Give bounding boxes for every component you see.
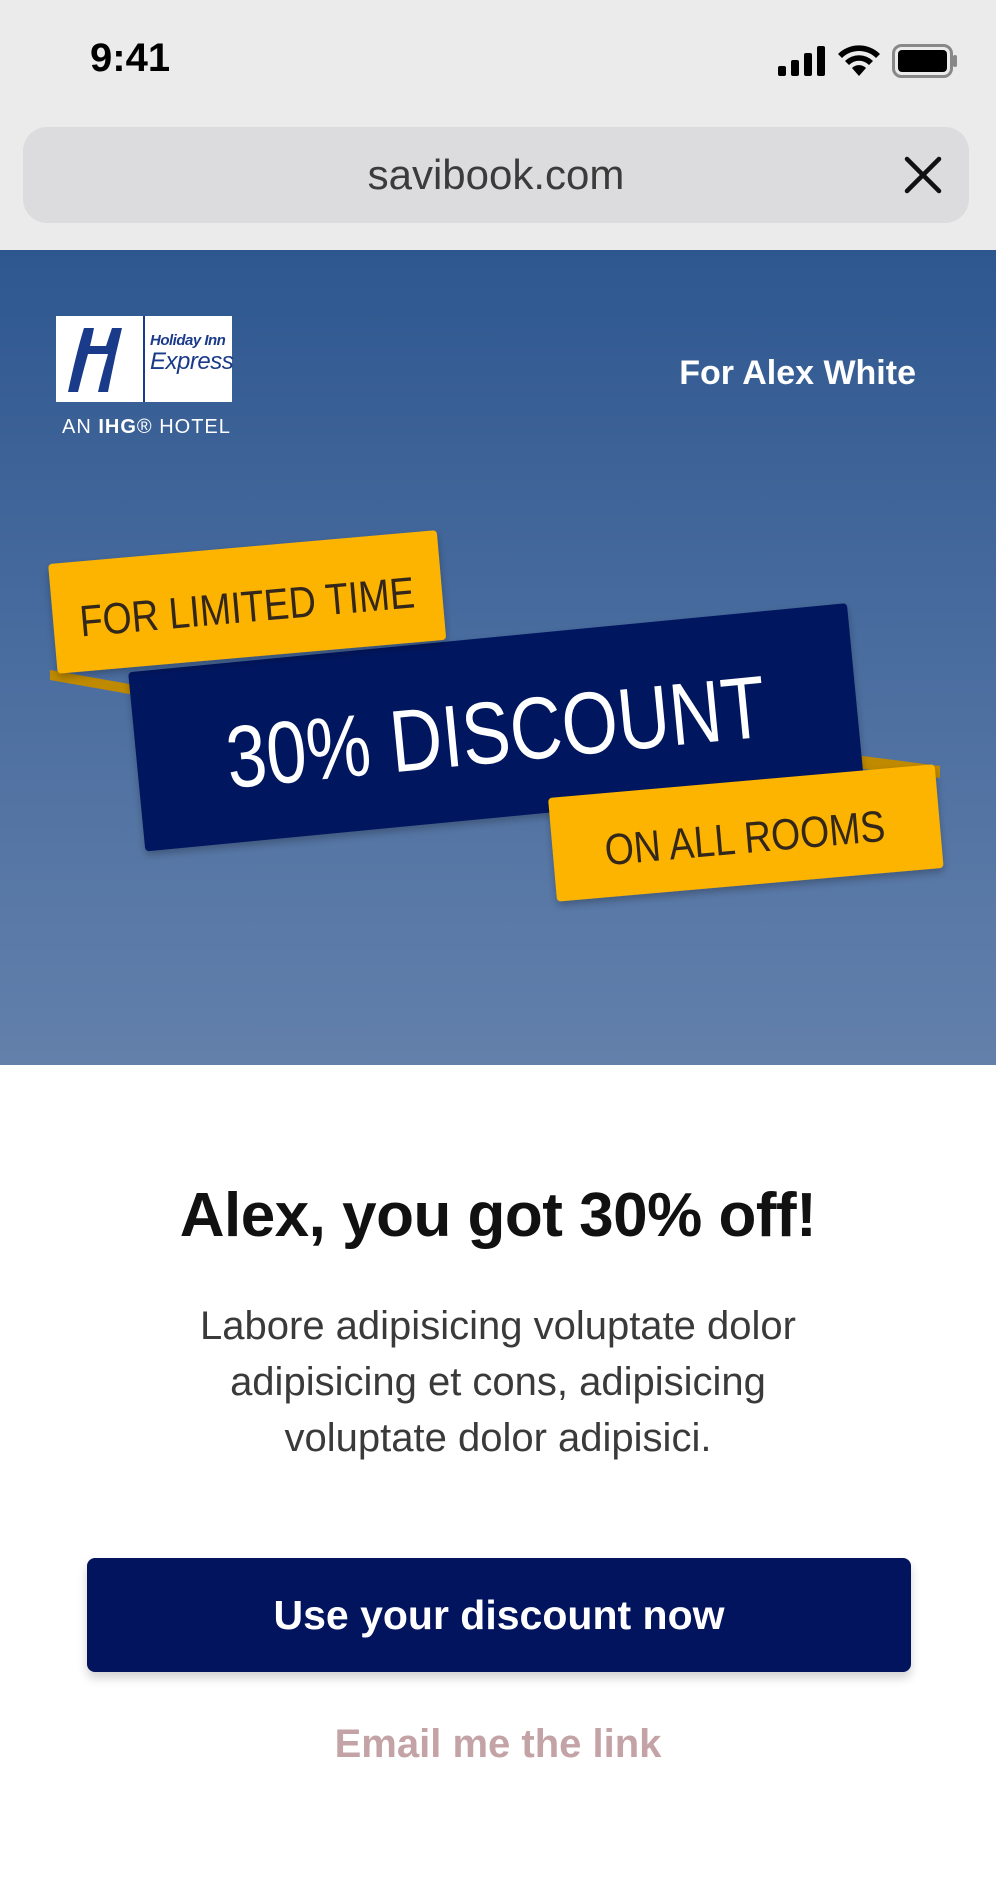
close-icon[interactable] [903,155,943,195]
url-text: savibook.com [367,151,625,198]
discount-banner: 30% DISCOUNT FOR LIMITED TIME ON ALL ROO… [48,530,944,902]
cellular-signal-icon [778,46,825,76]
offer-headline: Alex, you got 30% off! [179,1181,817,1250]
hero-banner: Holiday Inn Express AN IHG® HOTEL For Al… [0,250,996,1065]
wifi-icon [838,45,880,76]
offer-page: 9:41 savibook.com Holiday Inn Express AN… [0,0,996,1903]
battery-icon [892,44,957,78]
ribbon-fold-left [50,670,135,695]
email-link[interactable]: Email me the link [0,1722,996,1767]
address-bar[interactable]: savibook.com [23,127,969,223]
use-discount-button[interactable]: Use your discount now [87,1558,911,1672]
offer-description: Labore adipisicing voluptate dolor adipi… [200,1304,796,1460]
status-time: 9:41 [90,36,171,80]
status-bar: 9:41 savibook.com [0,0,996,250]
